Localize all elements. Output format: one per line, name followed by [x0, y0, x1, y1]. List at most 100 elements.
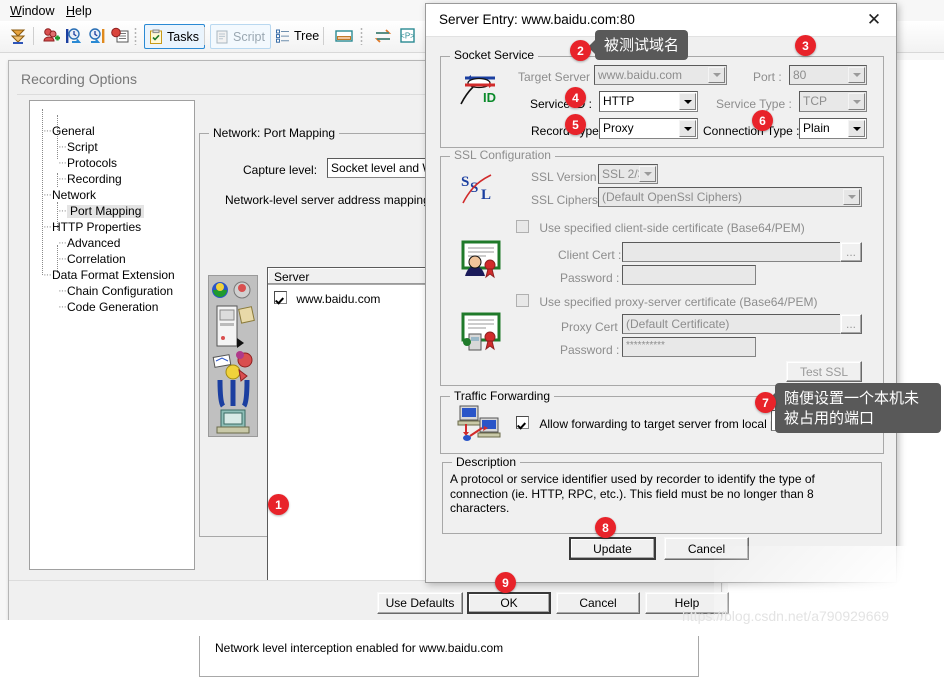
tree-item-port-mapping[interactable]: Port Mapping — [67, 205, 145, 218]
tree-item-correlation[interactable]: Correlation — [67, 253, 126, 266]
client-cert-label: Client Cert : — [558, 248, 622, 262]
proxy-cert-input[interactable]: (Default Certificate) — [622, 314, 862, 334]
callout-6: 6 — [752, 110, 773, 131]
close-icon[interactable]: ✕ — [852, 4, 896, 35]
toolbar-grip[interactable] — [134, 27, 137, 45]
start-clock-icon[interactable] — [63, 25, 85, 47]
chevron-down-icon[interactable] — [848, 93, 865, 110]
server-row-checkbox[interactable] — [274, 291, 287, 304]
tree-dash-2: ··· — [58, 141, 67, 153]
network-illustration — [208, 275, 258, 437]
test-ssl-button[interactable]: Test SSL — [786, 361, 862, 382]
target-server-input[interactable]: www.baidu.com — [594, 65, 727, 85]
menu-help[interactable]: Help — [62, 3, 96, 19]
ssl-version-select[interactable]: SSL 2/3 — [598, 164, 658, 184]
menu-window[interactable]: WWindowindow — [6, 3, 58, 19]
proxy-cert-checkbox-row[interactable]: Use specified proxy-server certificate (… — [516, 294, 817, 309]
service-type-select[interactable]: TCP — [799, 91, 867, 112]
toolbar-separator — [33, 27, 34, 45]
chevron-down-icon[interactable] — [679, 93, 696, 110]
svg-text:<P>: <P> — [400, 32, 415, 41]
server-row-label: www.baidu.com — [296, 292, 381, 306]
record-type-select[interactable]: Proxy — [599, 118, 698, 139]
tree-item-network[interactable]: Network — [52, 189, 96, 202]
toolbar-grip-2[interactable] — [360, 27, 363, 45]
svg-text:ID: ID — [483, 90, 496, 105]
tree-dash-7: ··· — [43, 221, 52, 233]
chevron-down-icon[interactable] — [679, 120, 696, 137]
proxy-cert-checkbox[interactable] — [516, 294, 529, 307]
tab-tasks-label: Tasks — [167, 29, 199, 44]
use-defaults-button[interactable]: Use Defaults — [377, 592, 463, 614]
proxy-cert-label: Proxy Cert : — [561, 320, 625, 334]
ssl-version-label: SSL Version : — [531, 170, 604, 184]
tree-item-advanced[interactable]: Advanced — [67, 237, 120, 250]
callout-4: 4 — [565, 87, 586, 108]
script-icon — [216, 30, 228, 43]
callout-7: 7 — [755, 392, 776, 413]
client-cert-checkbox-row[interactable]: Use specified client-side certificate (B… — [516, 220, 805, 235]
download-icon[interactable] — [7, 25, 29, 47]
toolbar-separator-2 — [204, 27, 205, 45]
server-list-row[interactable]: www.baidu.com — [274, 291, 380, 306]
options-tree[interactable]: General Script Protocols Recording Netwo… — [29, 100, 195, 570]
client-cert-browse-button[interactable]: ... — [840, 242, 862, 262]
service-id-select[interactable]: HTTP — [599, 91, 698, 112]
tab-script-label: Script — [233, 29, 265, 44]
tab-tree[interactable]: Tree — [272, 24, 324, 47]
tree-dash-12: ··· — [58, 301, 67, 313]
certificate-person-icon — [459, 238, 503, 285]
tree-item-recording[interactable]: Recording — [67, 173, 122, 186]
callout-3: 3 — [795, 35, 816, 56]
allow-forwarding-checkbox[interactable] — [516, 416, 529, 429]
ssl-icon: S S L — [459, 169, 505, 214]
allow-forwarding-row[interactable]: Allow forwarding to target server from l… — [516, 416, 797, 431]
add-group-icon[interactable] — [40, 25, 62, 47]
report-icon[interactable] — [109, 25, 131, 47]
tree-dash-4: ··· — [58, 173, 67, 185]
parameter-icon[interactable]: <P> — [397, 25, 419, 47]
callout-8: 8 — [595, 517, 616, 538]
client-cert-checkbox[interactable] — [516, 220, 529, 233]
swap-icon[interactable] — [372, 25, 394, 47]
target-server-label: Target Server : — [518, 70, 597, 84]
application-window: WWindowindow Help — [0, 0, 944, 677]
options-description-text: Network level interception enabled for w… — [215, 641, 504, 655]
connection-type-label: Connection Type : — [703, 124, 800, 138]
chevron-down-icon[interactable] — [639, 166, 656, 182]
port-input[interactable]: 80 — [789, 65, 867, 85]
certificate-server-icon — [459, 310, 503, 357]
tab-script[interactable]: Script — [210, 24, 271, 49]
tree-item-chain-configuration[interactable]: Chain Configuration — [67, 285, 173, 298]
tree-item-general[interactable]: General — [52, 125, 95, 138]
cancel-button[interactable]: Cancel — [556, 592, 640, 614]
tree-item-script[interactable]: Script — [67, 141, 98, 154]
tree-dash-3: ··· — [58, 157, 67, 169]
tree-item-code-generation[interactable]: Code Generation — [67, 301, 158, 314]
ssl-ciphers-select[interactable]: (Default OpenSsl Ciphers) — [598, 187, 862, 207]
tree-item-data-format-extension[interactable]: Data Format Extension — [52, 269, 175, 282]
proxy-password-input[interactable]: ********** — [622, 337, 756, 357]
tab-tree-label: Tree — [294, 28, 320, 43]
tree-icon — [276, 29, 289, 43]
proxy-cert-browse-button[interactable]: ... — [840, 314, 862, 334]
update-button[interactable]: Update — [569, 537, 656, 560]
ok-button[interactable]: OK — [467, 592, 551, 614]
chevron-down-icon[interactable] — [708, 67, 725, 83]
allow-forwarding-label: Allow forwarding to target server from l… — [539, 417, 798, 431]
tree-item-protocols[interactable]: Protocols — [67, 157, 117, 170]
proxy-cert-checkbox-label: Use specified proxy-server certificate (… — [539, 295, 818, 309]
client-cert-checkbox-label: Use specified client-side certificate (B… — [539, 221, 805, 235]
chevron-down-icon[interactable] — [848, 67, 865, 83]
client-cert-input[interactable] — [622, 242, 862, 262]
chevron-down-icon[interactable] — [848, 120, 865, 137]
client-password-input[interactable] — [622, 265, 756, 285]
tab-tasks[interactable]: Tasks — [144, 24, 205, 49]
connection-type-select[interactable]: Plain — [799, 118, 867, 139]
chevron-down-icon[interactable] — [843, 189, 860, 205]
layout-icon[interactable] — [333, 25, 355, 47]
tree-item-http-properties[interactable]: HTTP Properties — [52, 221, 141, 234]
end-clock-icon[interactable] — [86, 25, 108, 47]
watermark: https://blog.csdn.net/a790929669 — [682, 608, 890, 624]
tooltip-target-server: 被测试域名 — [587, 30, 689, 60]
